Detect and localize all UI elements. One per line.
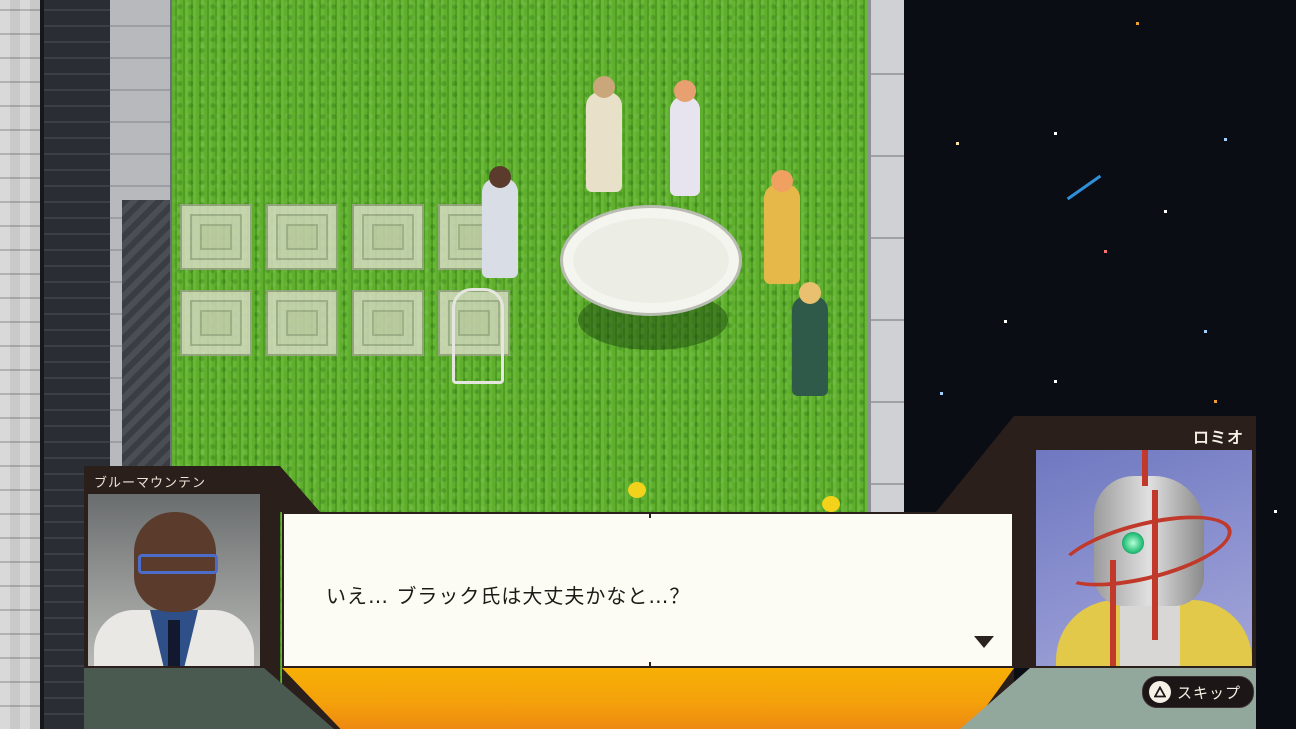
left-speaker-name: ブルーマウンテン (94, 476, 207, 491)
portrait-antenna (1142, 450, 1148, 486)
dialog-tick (649, 662, 651, 668)
character-head (799, 282, 821, 304)
star (1054, 132, 1057, 135)
skip-button[interactable]: スキップ (1142, 676, 1254, 708)
right-speaker-name: ロミオ (1192, 428, 1244, 447)
advance-arrow-icon[interactable] (974, 636, 994, 648)
dialog-tick (649, 512, 651, 518)
paving-tile (266, 204, 338, 270)
portrait-glasses (138, 554, 218, 574)
star (1004, 320, 1007, 323)
character-head (489, 166, 511, 188)
character-head (593, 76, 615, 98)
station-stairway (122, 200, 170, 500)
left-speaker-portrait (88, 494, 260, 666)
character-seated-white-suit (482, 178, 518, 278)
character-standing-coat (586, 92, 622, 192)
character-head (674, 80, 696, 102)
comet (1066, 174, 1102, 201)
station-outer-wall (0, 0, 40, 729)
star (956, 142, 959, 145)
star (1054, 380, 1057, 383)
paving-tile (180, 204, 252, 270)
flower (822, 496, 840, 512)
flower (628, 482, 646, 498)
dialogue-text: いえ… ブラック氏は大丈夫かなと…？ (326, 584, 691, 608)
character-seated-green (792, 296, 828, 396)
character-seated-yellow (764, 184, 800, 284)
right-speaker-portrait (1036, 450, 1252, 666)
star (1224, 138, 1227, 141)
triangle-button-icon (1149, 681, 1171, 703)
tea-table (560, 205, 742, 316)
portrait-tie (168, 620, 180, 666)
star (1104, 250, 1107, 253)
dialog-bottom-bar (282, 668, 1014, 729)
star (1136, 22, 1139, 25)
skip-label: スキップ (1177, 683, 1242, 702)
game-scene: ブルーマウンテン ロミオ いえ… ブラック氏は大丈夫かなと…？ スキップ (0, 0, 1296, 729)
star (1274, 510, 1277, 513)
paving-tile (352, 204, 424, 270)
paving-tile (180, 290, 252, 356)
empty-chair (452, 288, 504, 384)
paving-tile (266, 290, 338, 356)
character-head (771, 170, 793, 192)
portrait-eye (1122, 532, 1144, 554)
paving-tile (352, 290, 424, 356)
star (1204, 330, 1207, 333)
star (940, 392, 943, 395)
character-standing-nurse (670, 96, 700, 196)
dialogue-box[interactable]: いえ… ブラック氏は大丈夫かなと…？ (282, 512, 1014, 668)
star (1164, 210, 1167, 213)
star (1214, 400, 1217, 403)
